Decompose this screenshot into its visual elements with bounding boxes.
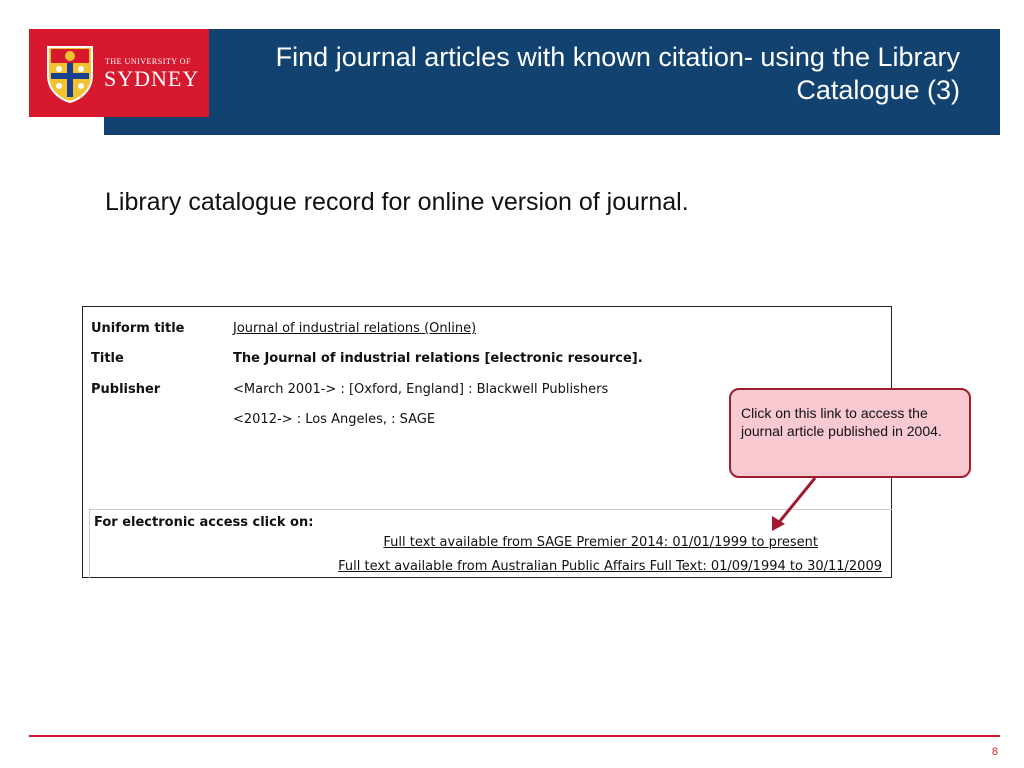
header-bar: Find journal articles with known citatio… — [104, 29, 1000, 135]
uniform-title-link[interactable]: Journal of industrial relations (Online) — [233, 321, 476, 336]
sage-premier-link[interactable]: Full text available from SAGE Premier 20… — [383, 535, 818, 550]
title-value: The Journal of industrial relations [ele… — [233, 351, 643, 366]
field-label-publisher: Publisher — [91, 382, 161, 397]
page-number: 8 — [991, 746, 998, 758]
publisher-value-1: <March 2001-> : [Oxford, England] : Blac… — [233, 382, 609, 397]
field-label-title: Title — [91, 351, 124, 366]
apaft-link[interactable]: Full text available from Australian Publ… — [338, 559, 882, 574]
callout-text: Click on this link to access the journal… — [741, 405, 942, 439]
slide-title: Find journal articles with known citatio… — [275, 42, 960, 105]
university-crest-icon — [47, 46, 93, 103]
footer-divider — [29, 735, 1000, 737]
university-logo: THE UNIVERSITY OF SYDNEY — [29, 29, 209, 117]
slide-subtitle: Library catalogue record for online vers… — [105, 188, 689, 216]
logo-text-sydney: SYDNEY — [104, 66, 200, 91]
electronic-access-heading: For electronic access click on: — [94, 515, 314, 530]
field-label-uniform-title: Uniform title — [91, 321, 185, 336]
logo-text-small: THE UNIVERSITY OF — [105, 57, 191, 66]
callout-box: Click on this link to access the journal… — [729, 388, 971, 478]
electronic-access-box: For electronic access click on: Full tex… — [89, 509, 892, 578]
publisher-value-2: <2012-> : Los Angeles, : SAGE — [233, 412, 436, 427]
